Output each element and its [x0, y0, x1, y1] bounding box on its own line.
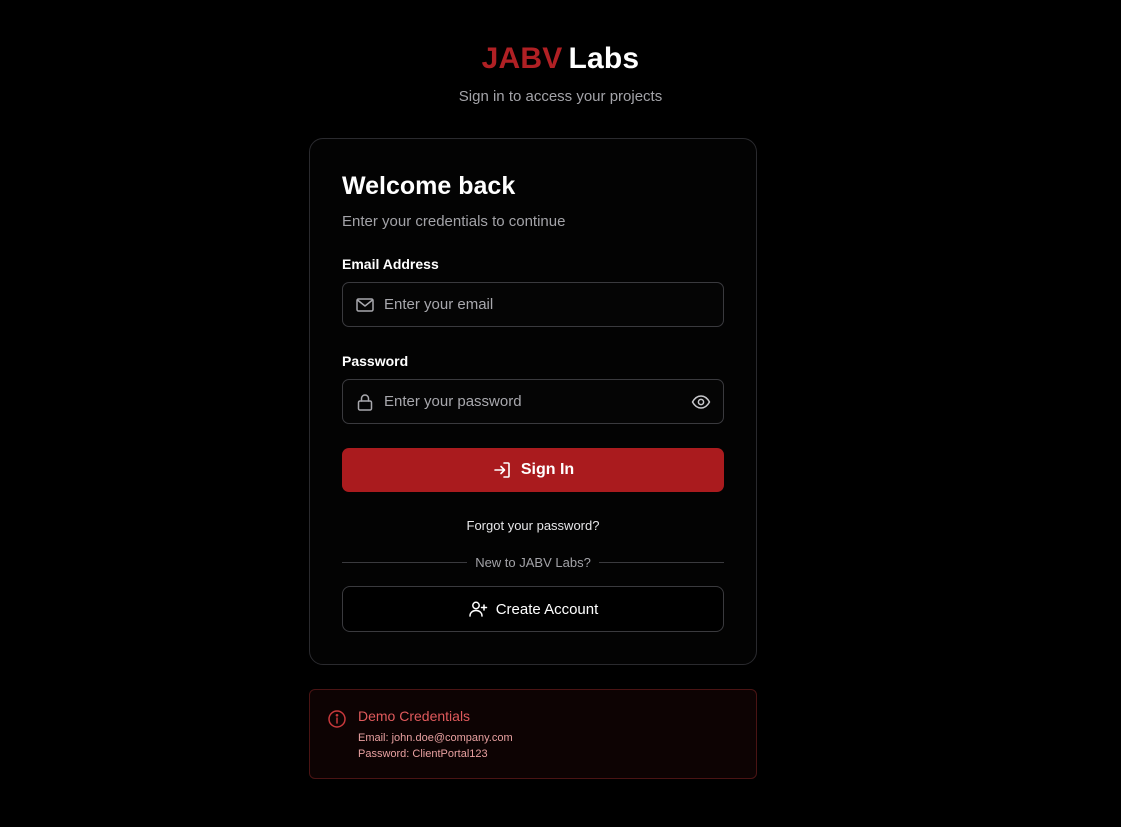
- eye-icon[interactable]: [690, 391, 712, 413]
- lock-icon: [355, 392, 375, 412]
- card-title: Welcome back: [342, 172, 516, 200]
- user-plus-icon: [468, 599, 488, 619]
- divider-line-right: [598, 561, 724, 563]
- demo-credentials-box: Demo Credentials Email: john.doe@company…: [309, 689, 757, 779]
- email-label: Email Address: [342, 256, 439, 272]
- divider-line-left: [342, 561, 468, 563]
- brand-logo: JABV Labs: [0, 42, 1121, 76]
- divider: New to JABV Labs?: [342, 553, 724, 571]
- login-page: JABV Labs Sign in to access your projects…: [0, 0, 1121, 827]
- demo-password-line: Password: ClientPortal123: [358, 748, 488, 760]
- mail-icon: [355, 295, 375, 315]
- forgot-password-link[interactable]: Forgot your password?: [342, 518, 724, 533]
- login-card: Welcome back Enter your credentials to c…: [309, 138, 757, 665]
- password-label: Password: [342, 353, 409, 369]
- info-icon: [327, 709, 347, 729]
- password-input[interactable]: [375, 380, 690, 423]
- create-account-button[interactable]: Create Account: [342, 586, 724, 632]
- demo-email-line: Email: john.doe@company.com: [358, 732, 513, 744]
- password-field-container[interactable]: [342, 379, 724, 424]
- tagline: Sign in to access your projects: [458, 88, 663, 105]
- brand-accent: JABV: [481, 42, 563, 75]
- create-account-label: Create Account: [495, 600, 599, 618]
- sign-in-label: Sign In: [520, 461, 575, 478]
- email-input[interactable]: [375, 283, 723, 326]
- sign-in-icon: [492, 460, 512, 480]
- divider-text: New to JABV Labs?: [475, 554, 591, 570]
- brand-rest: Labs: [568, 42, 640, 75]
- card-subtitle: Enter your credentials to continue: [342, 213, 566, 230]
- demo-title: Demo Credentials: [358, 708, 471, 724]
- sign-in-button[interactable]: Sign In: [342, 448, 724, 492]
- email-field-container[interactable]: [342, 282, 724, 327]
